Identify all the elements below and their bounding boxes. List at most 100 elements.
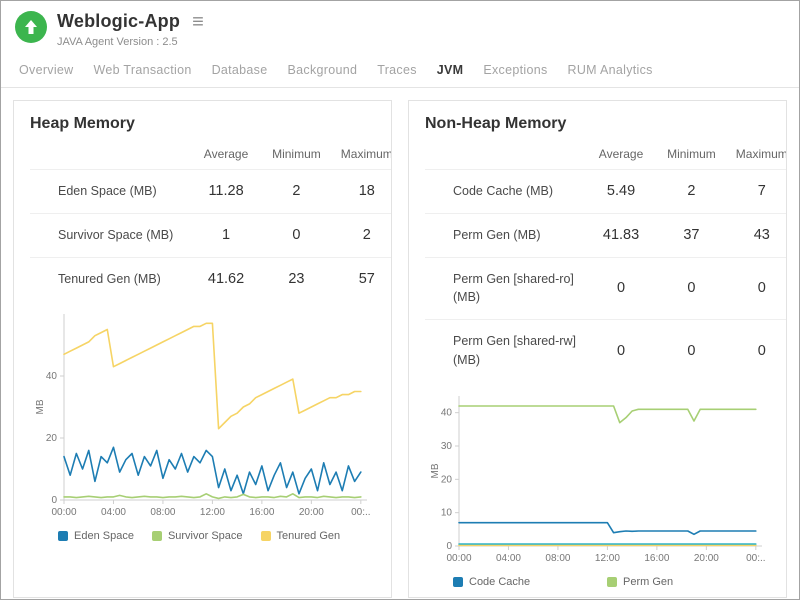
metrics-table: AverageMinimumMaximum Code Cache (MB)5.4… (425, 141, 787, 382)
metric-value: 0 (727, 257, 787, 320)
chart: 0 20 40 00:00 04:00 08:00 12:00 16:00 20:00 00:..… (30, 308, 375, 520)
table-row: Eden Space (MB)11.28218 (30, 170, 392, 214)
metric-value: 0 (656, 320, 726, 382)
series-line (64, 494, 361, 499)
metric-value: 0 (261, 213, 331, 257)
metric-value: 41.62 (191, 257, 261, 300)
table-row: Code Cache (MB)5.4927 (425, 170, 787, 214)
legend-swatch (607, 598, 617, 599)
column-header: Average (191, 141, 261, 170)
svg-text:20:00: 20:00 (694, 553, 719, 564)
tab-jvm[interactable]: JVM (427, 54, 474, 87)
svg-text:00:00: 00:00 (51, 507, 76, 518)
svg-text:08:00: 08:00 (545, 553, 570, 564)
svg-text:0: 0 (51, 495, 57, 506)
page-title: Weblogic-App (57, 11, 180, 32)
svg-text:16:00: 16:00 (644, 553, 669, 564)
legend-swatch (607, 577, 617, 587)
metric-label: Eden Space (MB) (30, 170, 191, 214)
metric-value: 23 (261, 257, 331, 300)
tab-rum-analytics[interactable]: RUM Analytics (558, 54, 663, 87)
tab-database[interactable]: Database (202, 54, 278, 87)
panel: Non-Heap Memory AverageMinimumMaximum Co… (408, 100, 787, 598)
app-status-icon (15, 11, 47, 43)
metric-value: 43 (727, 213, 787, 257)
metric-value: 37 (656, 213, 726, 257)
hamburger-menu-icon[interactable]: ≡ (192, 15, 204, 29)
tab-web-transaction[interactable]: Web Transaction (84, 54, 202, 87)
column-header: Average (586, 141, 656, 170)
metric-label: Code Cache (MB) (425, 170, 586, 214)
tab-traces[interactable]: Traces (367, 54, 427, 87)
svg-text:16:00: 16:00 (249, 507, 274, 518)
legend-swatch (453, 577, 463, 587)
metric-value: 5.49 (586, 170, 656, 214)
legend-label: Eden Space (74, 530, 134, 542)
legend-item[interactable]: Tenured Gen (261, 530, 341, 542)
legend-swatch (453, 598, 463, 599)
legend-label: Perm Gen (623, 576, 673, 588)
svg-text:12:00: 12:00 (200, 507, 225, 518)
svg-text:40: 40 (441, 407, 453, 418)
tab-overview[interactable]: Overview (9, 54, 84, 87)
metric-value: 0 (586, 257, 656, 320)
legend-label: Tenured Gen (277, 530, 341, 542)
metric-label: Tenured Gen (MB) (30, 257, 191, 300)
svg-text:20:00: 20:00 (299, 507, 324, 518)
table-row: Perm Gen (MB)41.833743 (425, 213, 787, 257)
legend-label: Perm Gen [shared-ro] (469, 597, 575, 599)
series-line (459, 522, 756, 534)
panel: Heap Memory AverageMinimumMaximum Eden S… (13, 100, 392, 598)
up-arrow-icon (23, 19, 39, 35)
tab-bar: OverviewWeb TransactionDatabaseBackgroun… (1, 54, 799, 88)
legend-item[interactable]: Eden Space (58, 530, 134, 542)
metric-label: Survivor Space (MB) (30, 213, 191, 257)
metric-value: 1 (191, 213, 261, 257)
metric-value: 7 (727, 170, 787, 214)
tab-exceptions[interactable]: Exceptions (473, 54, 557, 87)
metrics-table-wrap: AverageMinimumMaximum Code Cache (MB)5.4… (425, 141, 786, 382)
metric-label: Perm Gen [shared-ro] (MB) (425, 257, 586, 320)
legend-item[interactable]: Perm Gen (607, 576, 757, 588)
label-col-header (425, 141, 586, 170)
series-line (64, 448, 361, 495)
app-header: Weblogic-App ≡ JAVA Agent Version : 2.5 (1, 1, 799, 48)
app-window: Weblogic-App ≡ JAVA Agent Version : 2.5 … (0, 0, 800, 600)
chart-legend: Code Cache Perm Gen Perm Gen [shared-ro] Pe… (425, 576, 770, 599)
metric-value: 11.28 (191, 170, 261, 214)
legend-item[interactable]: Perm Gen [shared-ro] (453, 597, 603, 599)
metric-value: 2 (656, 170, 726, 214)
svg-text:MB: MB (35, 399, 46, 414)
legend-swatch (58, 531, 68, 541)
legend-item[interactable]: Code Cache (453, 576, 603, 588)
panel-title: Heap Memory (30, 115, 391, 133)
column-header: Maximum (332, 141, 392, 170)
legend-swatch (152, 531, 162, 541)
svg-text:00:..: 00:.. (746, 553, 765, 564)
chart-legend: Eden Space Survivor Space Tenured Gen (30, 530, 375, 551)
tab-background[interactable]: Background (278, 54, 368, 87)
metric-label: Perm Gen (MB) (425, 213, 586, 257)
metric-value: 0 (586, 320, 656, 382)
agent-version-label: JAVA Agent Version : 2.5 (57, 36, 204, 48)
svg-text:04:00: 04:00 (101, 507, 126, 518)
legend-item[interactable]: Perm Gen [shared-rw] (607, 597, 757, 599)
metric-label: Perm Gen [shared-rw] (MB) (425, 320, 586, 382)
main-content: Heap Memory AverageMinimumMaximum Eden S… (1, 88, 799, 600)
metrics-table-wrap: AverageMinimumMaximum Eden Space (MB)11.… (30, 141, 391, 300)
svg-text:20: 20 (46, 433, 58, 444)
legend-item[interactable]: Survivor Space (152, 530, 243, 542)
column-header: Minimum (261, 141, 331, 170)
table-row: Survivor Space (MB)102 (30, 213, 392, 257)
svg-text:00:..: 00:.. (351, 507, 370, 518)
chart-svg: 0 20 40 00:00 04:00 08:00 12:00 16:00 20:00 00:..… (30, 308, 375, 520)
table-row: Perm Gen [shared-ro] (MB)000 (425, 257, 787, 320)
svg-text:0: 0 (446, 541, 452, 552)
svg-text:40: 40 (46, 371, 58, 382)
metric-value: 57 (332, 257, 392, 300)
svg-text:08:00: 08:00 (150, 507, 175, 518)
series-line (64, 324, 361, 429)
legend-swatch (261, 531, 271, 541)
metric-value: 41.83 (586, 213, 656, 257)
svg-text:00:00: 00:00 (446, 553, 471, 564)
